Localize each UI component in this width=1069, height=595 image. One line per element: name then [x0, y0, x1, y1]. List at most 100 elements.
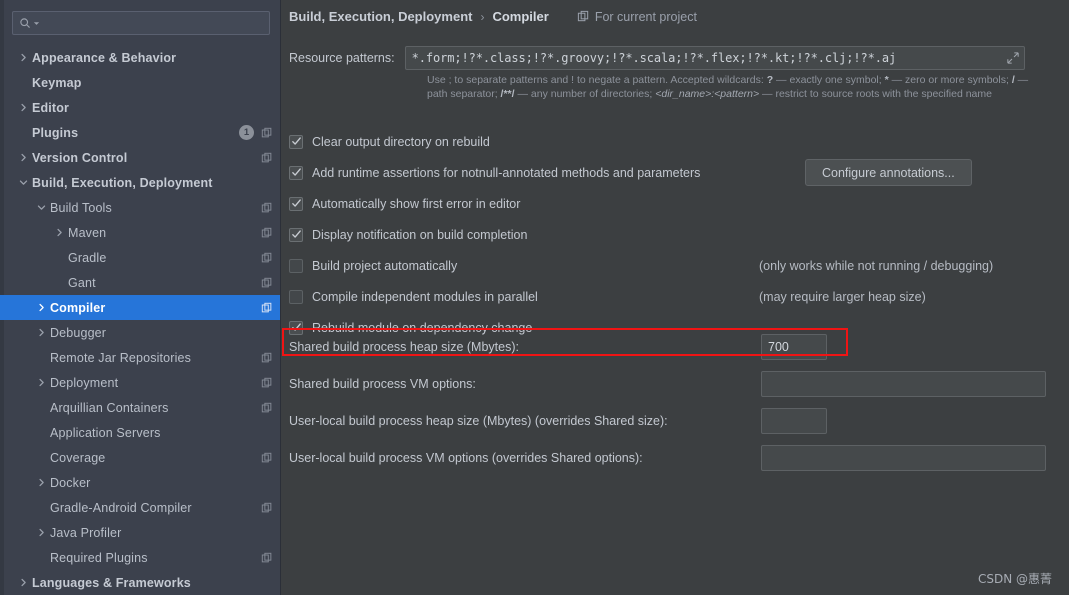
project-scope-icon: [260, 301, 273, 314]
chevron-right-icon[interactable]: [14, 53, 32, 62]
sidebar-item-coverage[interactable]: Coverage: [0, 445, 280, 470]
field-label: Shared build process heap size (Mbytes):: [289, 339, 519, 354]
breadcrumb-parent[interactable]: Build, Execution, Deployment: [289, 9, 472, 24]
sidebar-item-adornments: [260, 151, 273, 164]
option-label[interactable]: Automatically show first error in editor: [312, 197, 520, 211]
sidebar-item-docker[interactable]: Docker: [0, 470, 280, 495]
sidebar-item-label: Build Tools: [50, 200, 112, 215]
project-scope-label: For current project: [594, 9, 697, 24]
sidebar-item-maven[interactable]: Maven: [0, 220, 280, 245]
hint-globstar-desc: — any number of directories;: [514, 88, 656, 100]
resource-patterns-hint: Use ; to separate patterns and ! to nega…: [427, 73, 1047, 101]
option-label[interactable]: Build project automatically: [312, 259, 457, 273]
chevron-right-icon[interactable]: [14, 153, 32, 162]
sidebar-item-arquillian-containers[interactable]: Arquillian Containers: [0, 395, 280, 420]
chevron-right-icon[interactable]: [14, 103, 32, 112]
sidebar-item-java-profiler[interactable]: Java Profiler: [0, 520, 280, 545]
checkbox-compile-independent-modules-in-parallel[interactable]: [289, 289, 303, 304]
sidebar-item-label: Gradle-Android Compiler: [50, 500, 192, 515]
breadcrumb-separator-icon: ›: [480, 9, 485, 24]
option-note: (may require larger heap size): [759, 289, 926, 304]
sidebar-item-gradle[interactable]: Gradle: [0, 245, 280, 270]
sidebar-item-plugins[interactable]: Plugins 1: [0, 120, 280, 145]
chevron-right-icon[interactable]: [50, 228, 68, 237]
sidebar-item-compiler[interactable]: Compiler: [0, 295, 280, 320]
project-scope-icon: [260, 451, 273, 464]
checkbox-build-project-automatically[interactable]: [289, 258, 303, 273]
expand-icon[interactable]: [1006, 52, 1020, 64]
breadcrumb: Build, Execution, Deployment › Compiler …: [289, 9, 697, 24]
sidebar-item-debugger[interactable]: Debugger: [0, 320, 280, 345]
search-field[interactable]: [12, 11, 270, 35]
sidebar-item-label: Build, Execution, Deployment: [32, 175, 213, 190]
checkbox-automatically-show-first-error-in-editor[interactable]: [289, 196, 303, 211]
settings-tree: Appearance & Behavior Keymap Editor Plugins…: [0, 45, 280, 595]
sidebar-item-adornments: [260, 226, 273, 239]
field-row: User-local build process VM options (ove…: [289, 439, 1057, 476]
search-dropdown-icon[interactable]: [33, 20, 40, 27]
sidebar-item-label: Debugger: [50, 325, 107, 340]
chevron-down-icon[interactable]: [32, 203, 50, 212]
checkbox-display-notification-on-build-completion[interactable]: [289, 227, 303, 242]
project-scope-icon: [260, 251, 273, 264]
option-label[interactable]: Add runtime assertions for notnull-annot…: [312, 166, 700, 180]
sidebar-item-deployment[interactable]: Deployment: [0, 370, 280, 395]
sidebar-item-appearance-behavior[interactable]: Appearance & Behavior: [0, 45, 280, 70]
sidebar-item-label: Version Control: [32, 150, 128, 165]
field-label: User-local build process heap size (Mbyt…: [289, 413, 668, 428]
sidebar-item-label: Application Servers: [50, 425, 161, 440]
checkbox-add-runtime-assertions-for-notnull-annotated-methods-and-parameters[interactable]: [289, 165, 303, 180]
sidebar-item-gradle-android-compiler[interactable]: Gradle-Android Compiler: [0, 495, 280, 520]
sidebar-item-label: Deployment: [50, 375, 119, 390]
resource-patterns-value[interactable]: *.form;!?*.class;!?*.groovy;!?*.scala;!?…: [412, 51, 1006, 65]
sidebar-item-adornments: [260, 351, 273, 364]
sidebar-item-required-plugins[interactable]: Required Plugins: [0, 545, 280, 570]
input-user-local-build-process-vm-options-overrides-shar[interactable]: [761, 444, 1046, 471]
chevron-right-icon[interactable]: [32, 328, 50, 337]
sidebar-item-editor[interactable]: Editor: [0, 95, 280, 120]
sidebar-item-build-tools[interactable]: Build Tools: [0, 195, 280, 220]
sidebar-item-languages-frameworks[interactable]: Languages & Frameworks: [0, 570, 280, 595]
chevron-right-icon[interactable]: [14, 578, 32, 587]
watermark: CSDN @惠菁: [977, 572, 1052, 586]
search-icon: [19, 17, 32, 30]
configure-annotations-button[interactable]: Configure annotations...: [805, 159, 972, 186]
option-row: Add runtime assertions for notnull-annot…: [289, 157, 1069, 188]
sidebar-item-keymap[interactable]: Keymap: [0, 70, 280, 95]
input-shared-build-process-heap-size-mbytes[interactable]: [761, 333, 827, 360]
sidebar-item-application-servers[interactable]: Application Servers: [0, 420, 280, 445]
sidebar-item-label: Plugins: [32, 125, 79, 140]
input-shared-build-process-vm-options[interactable]: [761, 370, 1046, 397]
sidebar-item-label: Languages & Frameworks: [32, 575, 191, 590]
field-row: User-local build process heap size (Mbyt…: [289, 402, 1057, 439]
chevron-right-icon[interactable]: [32, 528, 50, 537]
sidebar-item-build-execution-deployment[interactable]: Build, Execution, Deployment: [0, 170, 280, 195]
breadcrumb-current: Compiler: [492, 9, 549, 24]
option-row: Display notification on build completion: [289, 219, 1069, 250]
field-row: Shared build process VM options:: [289, 365, 1057, 402]
sidebar-item-label: Appearance & Behavior: [32, 50, 177, 65]
field-label: Shared build process VM options:: [289, 376, 476, 391]
chevron-right-icon[interactable]: [32, 478, 50, 487]
input-user-local-build-process-heap-size-mbytes-override[interactable]: [761, 407, 827, 434]
sidebar-item-version-control[interactable]: Version Control: [0, 145, 280, 170]
sidebar-item-label: Gant: [68, 275, 96, 290]
option-label[interactable]: Clear output directory on rebuild: [312, 135, 490, 149]
sidebar-item-adornments: [260, 451, 273, 464]
resource-patterns-field[interactable]: *.form;!?*.class;!?*.groovy;!?*.scala;!?…: [404, 46, 1025, 70]
chevron-right-icon[interactable]: [32, 378, 50, 387]
option-label[interactable]: Display notification on build completion: [312, 228, 527, 242]
field-label: User-local build process VM options (ove…: [289, 450, 643, 465]
resource-patterns-label: Resource patterns:: [289, 51, 395, 65]
chevron-right-icon[interactable]: [32, 303, 50, 312]
sidebar-item-remote-jar-repositories[interactable]: Remote Jar Repositories: [0, 345, 280, 370]
project-scope-icon: [260, 226, 273, 239]
search-input[interactable]: [40, 16, 269, 30]
hint-question-desc: — exactly one symbol;: [773, 74, 885, 86]
sidebar-item-gant[interactable]: Gant: [0, 270, 280, 295]
chevron-down-icon[interactable]: [14, 178, 32, 187]
sidebar-item-label: Arquillian Containers: [50, 400, 169, 415]
checkbox-clear-output-directory-on-rebuild[interactable]: [289, 134, 303, 149]
hint-dirname-pattern: <dir_name>:<pattern>: [655, 88, 760, 100]
option-label[interactable]: Compile independent modules in parallel: [312, 290, 538, 304]
